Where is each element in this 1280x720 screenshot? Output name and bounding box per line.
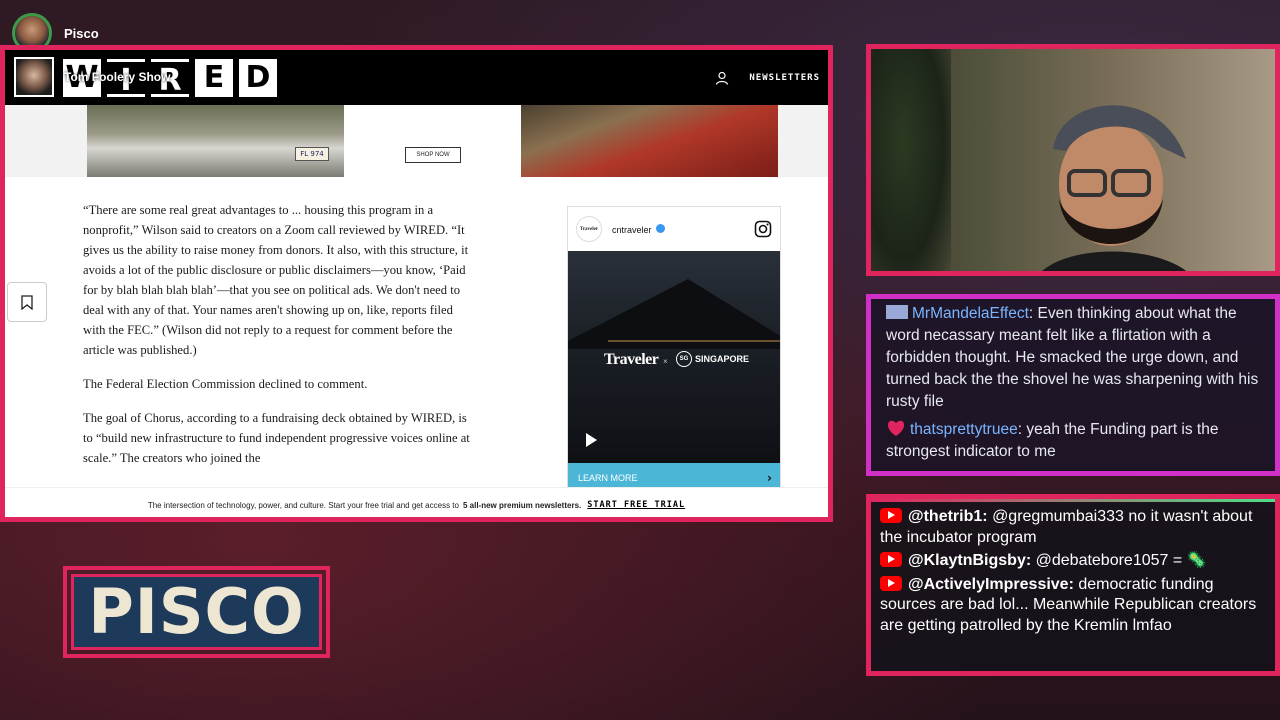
chat-message: MrMandelaEffect: Even thinking about wha… <box>886 303 1265 413</box>
chevron-right-icon: › <box>767 471 772 485</box>
show-avatar <box>14 57 54 97</box>
article-paragraph: The goal of Chorus, according to a fundr… <box>83 411 470 465</box>
ad-image-left: FL 974 <box>87 105 344 177</box>
background-plant <box>871 49 951 271</box>
paywall-bold: 5 all-new premium newsletters. <box>462 500 582 510</box>
chat-colon: : <box>1028 305 1038 322</box>
brand-separator: × <box>663 357 668 366</box>
license-plate: FL 974 <box>295 147 329 161</box>
youtube-icon <box>880 575 902 591</box>
youtube-icon <box>880 508 902 523</box>
chat-username[interactable]: @ActivelyImpressive: <box>908 576 1074 593</box>
chat-message: thatsprettytruee: yeah the Funding part … <box>886 419 1265 463</box>
article-paragraph: “There are some real great advantages to… <box>83 203 469 357</box>
heart-badge-icon <box>887 420 905 436</box>
chat-message: @ActivelyImpressive: democratic funding … <box>880 575 1267 637</box>
bookmark-icon <box>21 294 33 310</box>
chat-message: @thetrib1: @gregmumbai333 no it wasn't a… <box>880 507 1267 548</box>
panel-glow <box>871 499 1275 502</box>
building-illustration <box>568 279 780 349</box>
newsletters-link[interactable]: NEWSLETTERS <box>749 73 820 83</box>
logo-letter: E <box>195 59 233 97</box>
streamer-camera-image <box>1042 105 1186 271</box>
cntraveler-avatar[interactable]: Traveler <box>576 216 602 242</box>
chat-username[interactable]: thatsprettytruee <box>910 421 1018 438</box>
traveler-brand: Traveler <box>604 351 659 368</box>
chat-badge-icon <box>886 305 908 319</box>
youtube-icon <box>880 552 902 567</box>
streamer-name: Pisco <box>64 25 99 41</box>
shop-now-button[interactable]: SHOP NOW <box>405 147 461 163</box>
chat-username[interactable]: @thetrib1: <box>908 508 988 525</box>
site-header: W I R E D Tom Foolery Show NEWSLETTERS <box>5 50 828 105</box>
name-plate-text: PISCO <box>88 575 305 648</box>
singapore-label: SINGAPORE <box>695 354 750 364</box>
banner-ad[interactable]: FL 974 SHOP NOW <box>5 105 828 177</box>
verified-icon <box>656 223 666 233</box>
instagram-header: Traveler cntraveler <box>568 207 780 251</box>
ad-middle: SHOP NOW <box>344 105 521 177</box>
header-actions: NEWSLETTERS <box>715 71 820 85</box>
paywall-banner: The intersection of technology, power, a… <box>5 487 828 517</box>
start-free-trial-link[interactable]: START FREE TRIAL <box>587 500 685 510</box>
article-body: “There are some real great advantages to… <box>83 200 475 482</box>
chat-message: @KlaytnBigsby: @debatebore1057 = 🦠 <box>880 551 1267 572</box>
webcam-feed <box>866 44 1280 276</box>
chat-username[interactable]: MrMandelaEffect <box>912 305 1029 322</box>
singapore-brand: SG SINGAPORE <box>676 351 749 367</box>
chat-text: @debatebore1057 = 🦠 <box>1035 552 1207 569</box>
chat-panel-top: MrMandelaEffect: Even thinking about wha… <box>866 294 1280 476</box>
browser-capture: W I R E D Tom Foolery Show NEWSLETTERS F… <box>0 45 833 522</box>
logo-letter: D <box>239 59 277 97</box>
paywall-text: The intersection of technology, power, a… <box>147 500 459 510</box>
learn-more-label: LEARN MORE <box>578 473 638 483</box>
user-account-icon[interactable] <box>715 71 729 85</box>
name-plate-inner: PISCO <box>71 574 322 650</box>
instagram-handle[interactable]: cntraveler <box>612 223 666 235</box>
name-plate: PISCO <box>63 566 330 658</box>
chat-username[interactable]: @KlaytnBigsby: <box>908 552 1031 569</box>
sg-badge: SG <box>676 351 692 367</box>
instagram-video[interactable]: Traveler × SG SINGAPORE <box>568 251 780 463</box>
ad-image-right <box>521 105 778 177</box>
handle-text: cntraveler <box>612 224 652 235</box>
chat-panel-bottom: @thetrib1: @gregmumbai333 no it wasn't a… <box>866 494 1280 676</box>
instagram-icon[interactable] <box>754 220 772 238</box>
show-title: Tom Foolery Show <box>64 70 171 84</box>
play-icon[interactable] <box>586 433 597 447</box>
bookmark-button[interactable] <box>7 282 47 322</box>
article-paragraph: The Federal Election Commission declined… <box>83 377 368 391</box>
instagram-embed[interactable]: Traveler cntraveler Traveler × SG SINGAP… <box>567 206 781 492</box>
